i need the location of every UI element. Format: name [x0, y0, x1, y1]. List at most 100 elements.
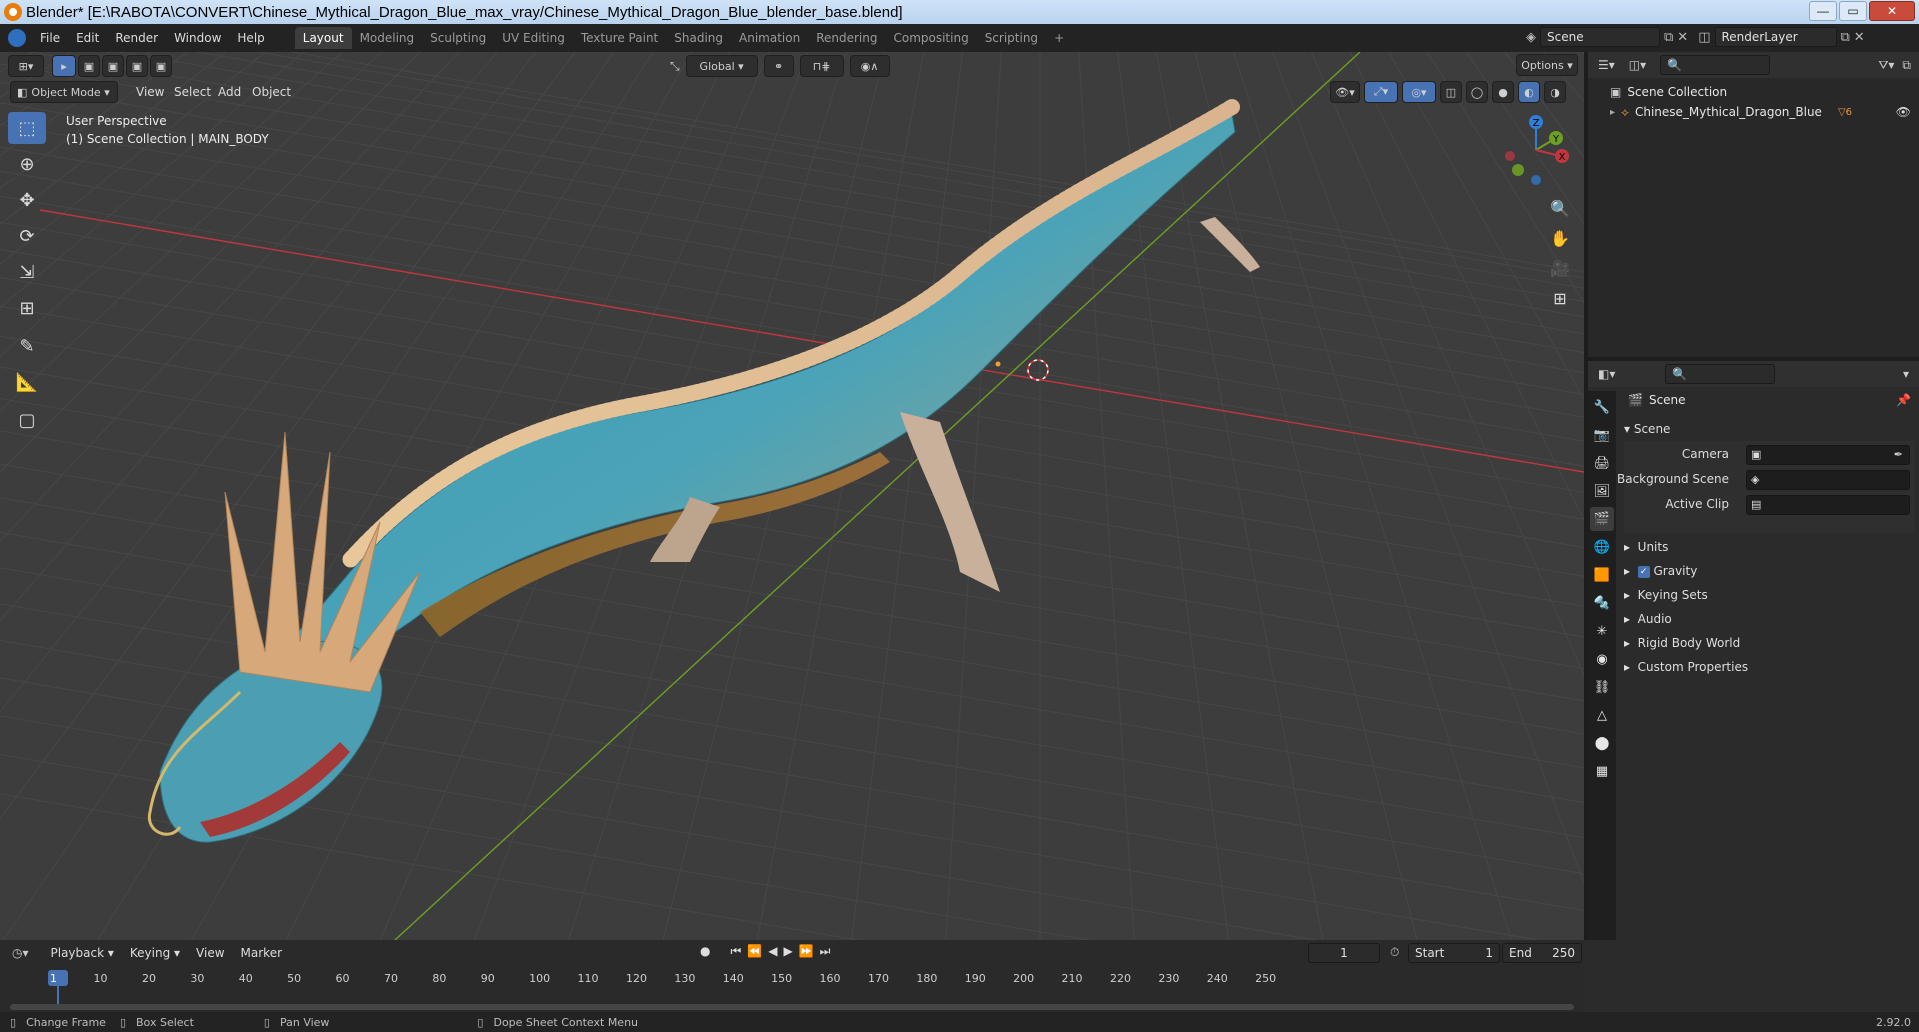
view-layer-icon[interactable]: ◫ [1698, 30, 1710, 45]
add-workspace-button[interactable]: + [1046, 27, 1072, 49]
outliner-row-dragon[interactable]: ▸ ⟡ Chinese_Mythical_Dragon_Blue ▽6 👁 [1610, 102, 1915, 122]
tab-layout[interactable]: Layout [294, 27, 352, 49]
xray-icon[interactable]: ◫ [1440, 81, 1462, 103]
panel-units-header[interactable]: ▸ Units [1624, 535, 1668, 559]
select-mode-icon[interactable]: ▸ [52, 55, 76, 77]
world-tab-icon[interactable]: 🌐 [1590, 535, 1614, 559]
render-tab-icon[interactable]: 📷 [1590, 423, 1614, 447]
measure-tool-icon[interactable]: 📐 [8, 366, 46, 398]
rotate-tool-icon[interactable]: ⟳ [8, 220, 46, 252]
new-scene-icon[interactable]: ⧉ [1664, 30, 1673, 45]
modifier-tab-icon[interactable]: 🔩 [1590, 591, 1614, 615]
panel-keying-sets-header[interactable]: ▸ Keying Sets [1624, 583, 1708, 607]
overlay-toggle-icon[interactable]: ◎▾ [1402, 81, 1436, 103]
panel-audio-header[interactable]: ▸ Audio [1624, 607, 1672, 631]
particles-tab-icon[interactable]: ✳ [1590, 619, 1614, 643]
visibility-icon[interactable]: 👁▾ [1330, 81, 1360, 103]
gizmo-toggle-icon[interactable]: ⤢▾ [1364, 81, 1398, 103]
proportional-edit-icon[interactable]: ◉∧ [849, 55, 890, 77]
tab-texture-paint[interactable]: Texture Paint [573, 27, 666, 49]
outliner-search-input[interactable]: 🔍 [1660, 55, 1771, 75]
menu-file[interactable]: File [32, 27, 68, 49]
scene-selector[interactable]: Scene [1540, 27, 1660, 47]
editor-type-icon[interactable]: ⊞▾ [8, 55, 44, 77]
select-new-icon[interactable]: ▣ [78, 55, 100, 77]
display-mode-icon[interactable]: ◫▾ [1629, 58, 1646, 72]
snap-icon[interactable]: ⊓⋕ [799, 55, 844, 77]
select-invert-icon[interactable]: ▣ [150, 55, 172, 77]
panel-gravity-header[interactable]: ▸ ✓ Gravity [1624, 559, 1697, 583]
data-tab-icon[interactable]: △ [1590, 703, 1614, 727]
background-scene-field[interactable]: ◈ [1746, 470, 1910, 490]
select-extend-icon[interactable]: ▣ [102, 55, 124, 77]
annotate-tool-icon[interactable]: ✎ [8, 330, 46, 362]
delete-view-layer-icon[interactable]: ✕ [1854, 30, 1865, 45]
material-tab-icon[interactable]: ⬤ [1590, 731, 1614, 755]
options-dropdown[interactable]: Options ▾ [1516, 54, 1578, 76]
scene-icon[interactable]: ◈ [1526, 30, 1536, 45]
pin-icon[interactable]: 📌 [1896, 393, 1911, 407]
transform-tool-icon[interactable]: ⊞ [8, 292, 46, 324]
panel-scene-header[interactable]: ▾ Scene [1624, 417, 1670, 441]
filter-icon[interactable]: ⛛▾ [1878, 58, 1894, 73]
output-tab-icon[interactable]: 🖨 [1590, 451, 1614, 475]
solid-shading-icon[interactable]: ● [1492, 81, 1514, 103]
timeline-scrollbar[interactable] [10, 1004, 1574, 1010]
tab-compositing[interactable]: Compositing [885, 27, 976, 49]
panel-rigid-body-world-header[interactable]: ▸ Rigid Body World [1624, 631, 1740, 655]
dragon-model[interactable] [147, 99, 1260, 843]
menu-help[interactable]: Help [229, 27, 272, 49]
active-clip-field[interactable]: ▤ [1746, 495, 1910, 515]
object-tab-icon[interactable]: 🟧 [1590, 563, 1614, 587]
camera-view-icon[interactable]: 🎥 [1546, 254, 1574, 282]
wireframe-shading-icon[interactable]: ◯ [1466, 81, 1488, 103]
tab-uv-editing[interactable]: UV Editing [494, 27, 573, 49]
material-shading-icon[interactable]: ◐ [1518, 81, 1540, 103]
select-tool-icon[interactable]: ⬚ [8, 112, 46, 144]
new-view-layer-icon[interactable]: ⧉ [1841, 30, 1850, 45]
outliner-row-scene-collection[interactable]: ▣ Scene Collection [1610, 82, 1727, 102]
viewport-menu-object[interactable]: Object [244, 81, 299, 103]
menu-edit[interactable]: Edit [68, 27, 107, 49]
tab-animation[interactable]: Animation [731, 27, 808, 49]
camera-field[interactable]: ▣ ✒ [1746, 445, 1910, 465]
minimize-button[interactable]: — [1809, 1, 1837, 21]
ortho-grid-icon[interactable]: ⊞ [1546, 284, 1574, 312]
zoom-icon[interactable]: 🔍 [1546, 194, 1574, 222]
cursor-tool-icon[interactable]: ⊕ [8, 148, 46, 180]
eyedropper-icon[interactable]: ✒ [1894, 448, 1903, 461]
constraints-tab-icon[interactable]: ⛓ [1590, 675, 1614, 699]
new-collection-icon[interactable]: ⧉ [1902, 58, 1911, 73]
pivot-icon[interactable]: ⚭ [763, 55, 794, 77]
tab-scripting[interactable]: Scripting [977, 27, 1046, 49]
orientation-dropdown[interactable]: Global ▾ [685, 55, 758, 77]
outliner-editor-icon[interactable]: ☰▾ [1598, 58, 1615, 72]
tab-rendering[interactable]: Rendering [808, 27, 885, 49]
tab-shading[interactable]: Shading [666, 27, 731, 49]
close-button[interactable]: ✕ [1869, 1, 1915, 21]
properties-search-input[interactable]: 🔍 [1665, 364, 1776, 384]
scene-tab-icon[interactable]: 🎬 [1590, 507, 1614, 531]
physics-tab-icon[interactable]: ◉ [1590, 647, 1614, 671]
mode-dropdown[interactable]: ◧ Object Mode ▾ [10, 81, 118, 103]
select-subtract-icon[interactable]: ▣ [126, 55, 148, 77]
frame-ruler[interactable]: 1 10 20 30 40 50 60 70 80 90 100 110 120 130 140 150 160… [0, 940, 1584, 1012]
gravity-checkbox[interactable]: ✓ [1637, 565, 1650, 578]
scale-tool-icon[interactable]: ⇲ [8, 256, 46, 288]
expand-arrow-icon[interactable]: ▸ [1610, 107, 1615, 118]
texture-tab-icon[interactable]: ▦ [1590, 759, 1614, 783]
move-tool-icon[interactable]: ✥ [8, 184, 46, 216]
add-cube-tool-icon[interactable]: ▢ [8, 404, 46, 436]
view-layer-tab-icon[interactable]: 🖼 [1590, 479, 1614, 503]
menu-window[interactable]: Window [166, 27, 229, 49]
maximize-button[interactable]: ▭ [1839, 1, 1867, 21]
tool-tab-icon[interactable]: 🔧 [1590, 395, 1614, 419]
tab-sculpting[interactable]: Sculpting [422, 27, 494, 49]
delete-scene-icon[interactable]: ✕ [1677, 30, 1688, 45]
view-layer-selector[interactable]: RenderLayer [1714, 27, 1837, 47]
3d-viewport[interactable]: ⊞▾ ▸ ▣ ▣ ▣ ▣ ⤡ Global ▾ ⚭ ⊓⋕ ◉∧ ◧ Object … [0, 52, 1584, 940]
blender-menu-icon[interactable] [8, 29, 26, 47]
properties-editor-icon[interactable]: ◧▾ [1598, 367, 1615, 381]
panel-custom-properties-header[interactable]: ▸ Custom Properties [1624, 655, 1748, 679]
navigation-gizmo[interactable]: Z Y X [1496, 110, 1576, 190]
